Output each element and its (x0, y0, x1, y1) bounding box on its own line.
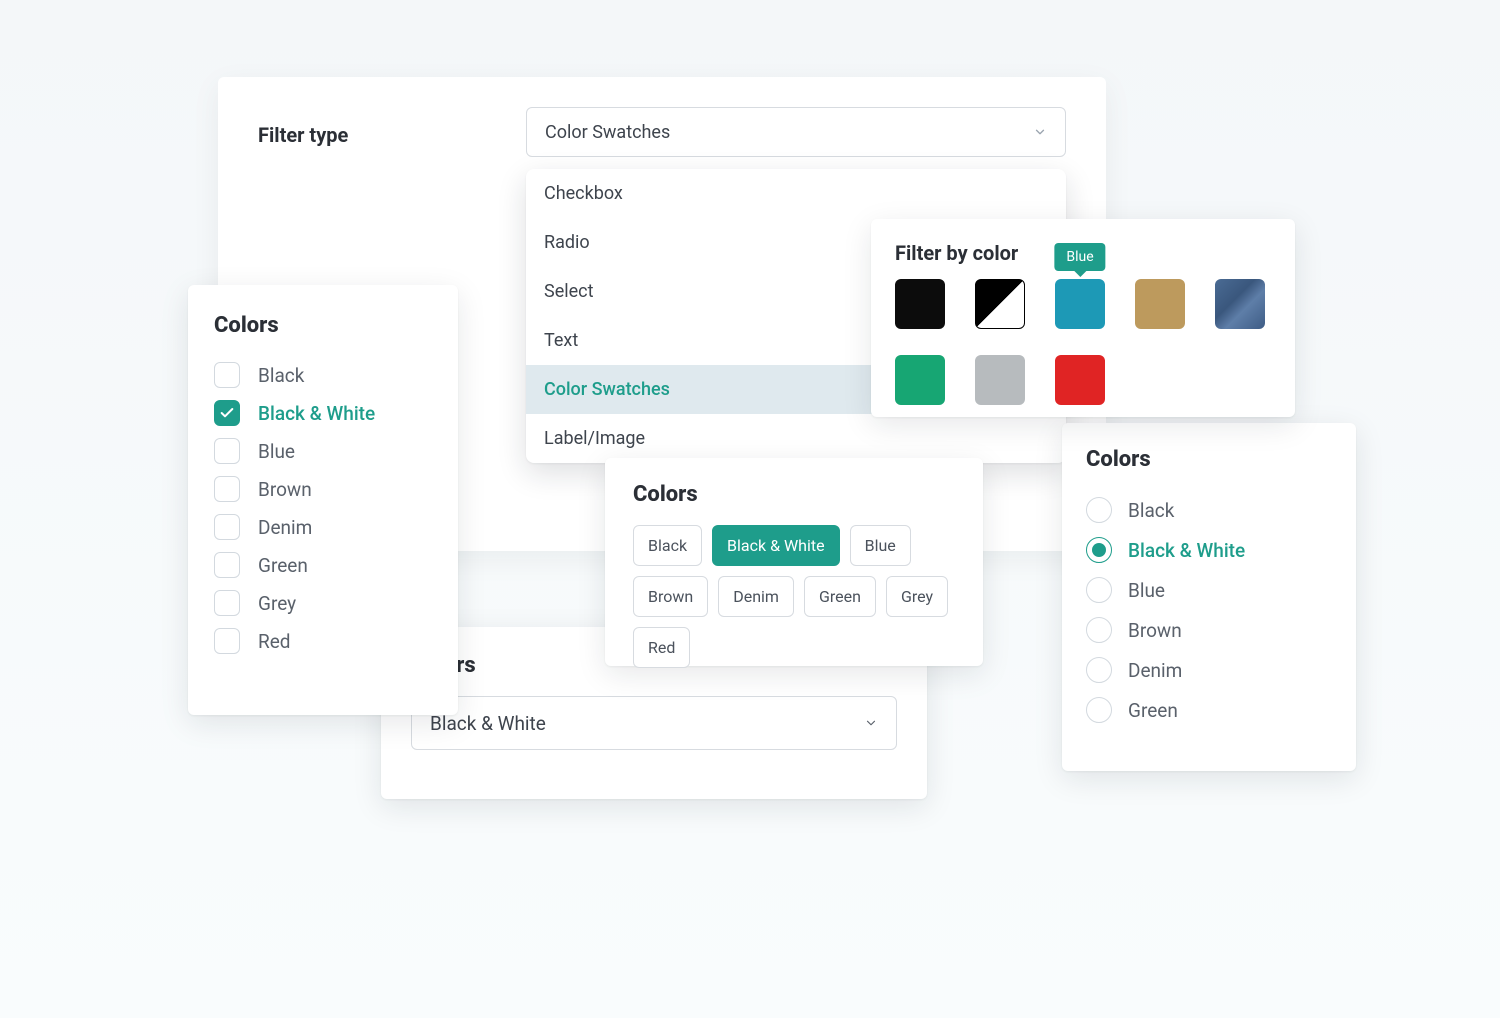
colors-checkbox-panel: Colors Black Black & White Blue Brown Denim G… (188, 285, 458, 715)
color-radio-item[interactable]: Blue (1086, 570, 1332, 610)
filter-type-select-wrapper: Color Swatches CheckboxRadioSelectTextCo… (526, 107, 1066, 157)
colors-radio-panel: Colors Black Black & White Blue Brown Denim G… (1062, 423, 1356, 771)
color-checkbox-label: Black (258, 364, 304, 387)
color-checkbox-label: Grey (258, 592, 296, 615)
color-radio-label: Denim (1128, 659, 1182, 682)
color-checkbox-label: Blue (258, 440, 295, 463)
checkbox-icon (214, 362, 240, 388)
chevron-down-icon (864, 716, 878, 730)
checkbox-icon (214, 476, 240, 502)
color-checkbox-item[interactable]: Red (214, 622, 432, 660)
color-radio-label: Green (1128, 699, 1178, 722)
color-chip[interactable]: Grey (886, 576, 948, 617)
checkbox-icon (214, 628, 240, 654)
color-checkbox-label: Red (258, 630, 291, 653)
colors-radio-title: Colors (1086, 447, 1332, 472)
color-swatch[interactable]: Blue (1055, 279, 1105, 329)
checkbox-icon (214, 552, 240, 578)
color-radio-item[interactable]: Brown (1086, 610, 1332, 650)
color-chip[interactable]: Green (804, 576, 876, 617)
color-chip[interactable]: Denim (718, 576, 794, 617)
color-chip[interactable]: Red (633, 627, 690, 668)
chevron-down-icon (1033, 125, 1047, 139)
colors-select[interactable]: Black & White (411, 696, 897, 750)
color-swatch[interactable] (1135, 279, 1185, 329)
color-checkbox-item[interactable]: Grey (214, 584, 432, 622)
color-swatch[interactable] (975, 279, 1025, 329)
filter-type-option[interactable]: Label/Image (526, 414, 1066, 463)
stage: Filter type Color Swatches CheckboxRadio… (90, 0, 1410, 900)
color-checkbox-label: Black & White (258, 402, 375, 425)
checkbox-icon (214, 590, 240, 616)
radio-icon (1086, 497, 1112, 523)
radio-icon (1086, 577, 1112, 603)
color-chip[interactable]: Blue (850, 525, 911, 566)
color-checkbox-item[interactable]: Denim (214, 508, 432, 546)
colors-text-panel: Colors BlackBlack & WhiteBlueBrownDenimG… (605, 458, 983, 666)
color-checkbox-label: Denim (258, 516, 312, 539)
color-checkbox-item[interactable]: Green (214, 546, 432, 584)
colors-radio-list: Black Black & White Blue Brown Denim Green (1086, 490, 1332, 730)
color-checkbox-label: Green (258, 554, 308, 577)
color-swatch[interactable] (895, 279, 945, 329)
filter-type-label: Filter type (258, 117, 488, 147)
checkbox-icon (214, 514, 240, 540)
color-checkbox-label: Brown (258, 478, 312, 501)
color-radio-label: Black (1128, 499, 1174, 522)
colors-checkbox-list: Black Black & White Blue Brown Denim Green Gre… (214, 356, 432, 660)
color-checkbox-item[interactable]: Blue (214, 432, 432, 470)
radio-icon (1086, 657, 1112, 683)
color-swatch[interactable] (1215, 279, 1265, 329)
filter-type-row: Filter type Color Swatches CheckboxRadio… (258, 107, 1066, 157)
color-swatch[interactable] (895, 355, 945, 405)
chips-wrap: BlackBlack & WhiteBlue BrownDenimGreenGre… (633, 525, 955, 668)
color-radio-item[interactable]: Denim (1086, 650, 1332, 690)
color-swatch[interactable] (975, 355, 1025, 405)
color-radio-item[interactable]: Black & White (1086, 530, 1332, 570)
filter-type-select-value: Color Swatches (545, 122, 670, 143)
color-checkbox-item[interactable]: Black (214, 356, 432, 394)
color-swatch[interactable] (1055, 355, 1105, 405)
filter-type-option[interactable]: Checkbox (526, 169, 1066, 218)
color-radio-item[interactable]: Black (1086, 490, 1332, 530)
radio-icon (1086, 537, 1112, 563)
radio-icon (1086, 697, 1112, 723)
color-chip[interactable]: Black & White (712, 525, 840, 566)
checkbox-icon (214, 438, 240, 464)
colors-checkbox-title: Colors (214, 313, 432, 338)
swatch-tooltip: Blue (1054, 243, 1105, 271)
color-radio-label: Black & White (1128, 539, 1245, 562)
color-chip[interactable]: Black (633, 525, 702, 566)
color-chip[interactable]: Brown (633, 576, 708, 617)
color-checkbox-item[interactable]: Black & White (214, 394, 432, 432)
checkbox-icon (214, 400, 240, 426)
color-checkbox-item[interactable]: Brown (214, 470, 432, 508)
filter-by-color-panel: Filter by color Blue (871, 219, 1295, 417)
swatch-grid: Blue (895, 279, 1271, 405)
filter-type-select[interactable]: Color Swatches (526, 107, 1066, 157)
color-radio-label: Blue (1128, 579, 1165, 602)
color-radio-item[interactable]: Green (1086, 690, 1332, 730)
color-radio-label: Brown (1128, 619, 1182, 642)
colors-text-title: Colors (633, 482, 955, 507)
radio-icon (1086, 617, 1112, 643)
